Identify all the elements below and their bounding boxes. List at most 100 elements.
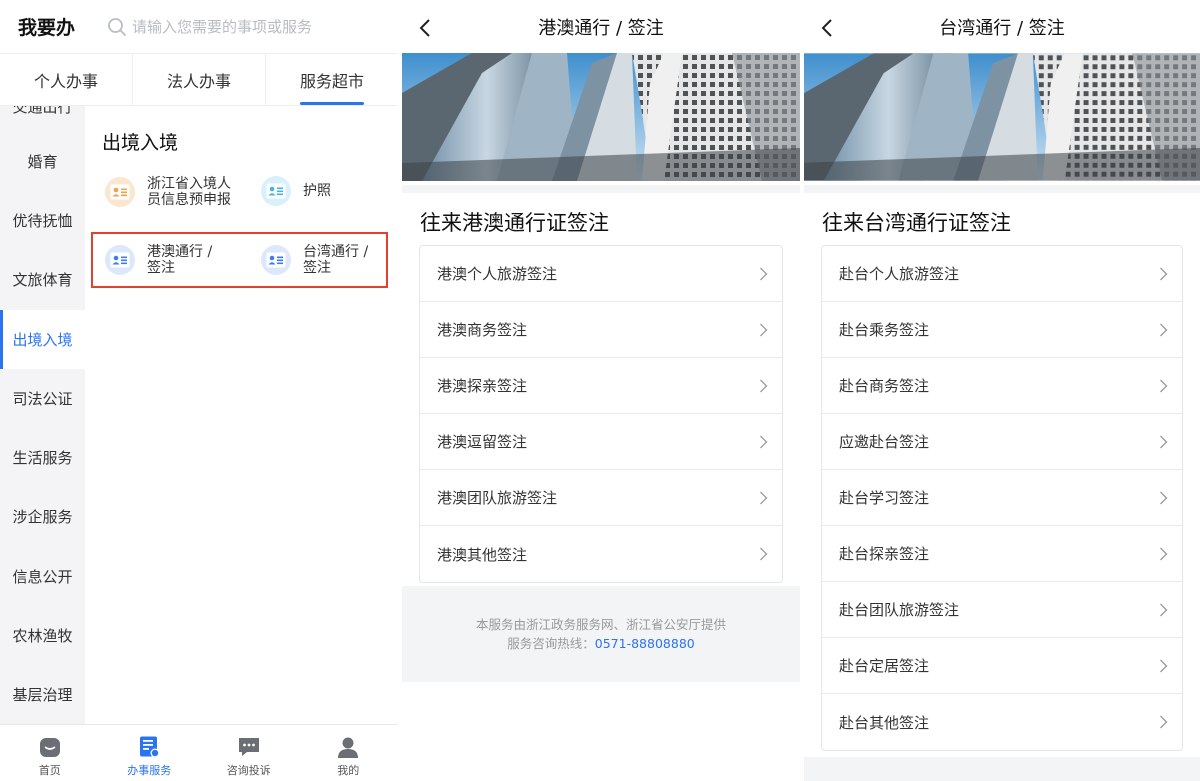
chevron-right-icon [1160, 715, 1168, 729]
chevron-right-icon [1160, 379, 1168, 392]
sidebar-item-enterprise[interactable]: 涉企服务 [0, 487, 85, 546]
service-entry-declaration[interactable]: 浙江省入境人 员信息预申报 [105, 176, 231, 208]
service-market-screen: 我要办 请输入您需要的事项或服务 个人办事 法人办事 服务超市 交通出行 婚育 … [0, 0, 398, 781]
id-card-icon [261, 245, 291, 275]
nav-consult[interactable]: 咨询投诉 [199, 725, 299, 781]
search-input[interactable]: 请输入您需要的事项或服务 [106, 16, 312, 38]
list-item[interactable]: 赴台定居签注 [822, 638, 1182, 694]
hotline-prefix: 服务咨询热线： [507, 636, 595, 651]
tab-personal[interactable]: 个人办事 [0, 54, 133, 105]
category-sidebar: 交通出行 婚育 优待抚恤 文旅体育 出境入境 司法公证 生活服务 涉企服务 信息… [0, 106, 85, 724]
list-item-label: 应邀赴台签注 [839, 433, 930, 451]
sidebar-item-preferential[interactable]: 优待抚恤 [0, 191, 85, 250]
list-item[interactable]: 港澳探亲签注 [420, 358, 782, 414]
list-title: 往来台湾通行证签注 [822, 211, 1011, 235]
bottom-nav: 首页 办事服务 咨询投诉 我的 [0, 724, 398, 781]
list-item[interactable]: 赴台团队旅游签注 [822, 582, 1182, 638]
nav-mine[interactable]: 我的 [299, 725, 399, 781]
list-item-label: 赴台定居签注 [839, 657, 930, 675]
list-item-label: 港澳探亲签注 [437, 377, 528, 395]
list-title: 往来港澳通行证签注 [420, 211, 609, 235]
nav-label: 首页 [38, 764, 61, 777]
service-label: 台湾通行 / [303, 244, 369, 260]
chevron-right-icon [1160, 323, 1168, 336]
list-item[interactable]: 港澳团队旅游签注 [420, 470, 782, 526]
service-label: 浙江省入境人 [147, 176, 231, 192]
hotline-number[interactable]: 0571-88808880 [595, 636, 695, 651]
list-item[interactable]: 赴台乘务签注 [822, 302, 1182, 358]
provider-text: 本服务由浙江政务服务网、浙江省公安厅提供 [475, 617, 726, 632]
nav-bar: 台湾通行 / 签注 [804, 0, 1200, 53]
page-title: 我要办 [18, 17, 76, 39]
sidebar-item-agriculture[interactable]: 农林渔牧 [0, 606, 85, 665]
sidebar-item-judicial[interactable]: 司法公证 [0, 369, 85, 428]
list-item[interactable]: 赴台商务签注 [822, 358, 1182, 414]
chat-bubble-icon [238, 738, 259, 756]
chevron-right-icon [1160, 267, 1168, 280]
sidebar-item-marriage[interactable]: 婚育 [0, 132, 85, 191]
sidebar-item-transport-partial[interactable]: 交通出行 [0, 106, 85, 117]
taiwan-permit-screen: 台湾通行 / 签注 往来台湾通行证签注 赴台个人旅游签注 赴台乘务签注 赴台商务… [804, 0, 1200, 781]
chevron-right-icon [1160, 547, 1168, 560]
id-card-icon [105, 245, 135, 275]
tab-legal-entity[interactable]: 法人办事 [133, 54, 266, 105]
list-item-label: 赴台其他签注 [839, 713, 930, 732]
top-bar: 我要办 请输入您需要的事项或服务 [0, 0, 398, 53]
service-label: 员信息预申报 [147, 192, 231, 208]
list-item[interactable]: 港澳逗留签注 [420, 414, 782, 470]
list-item[interactable]: 赴台个人旅游签注 [822, 246, 1182, 302]
service-hk-macao-permit[interactable]: 港澳通行 / 签注 [105, 244, 212, 276]
list-item[interactable]: 港澳其他签注 [420, 526, 782, 582]
section-title: 出境入境 [102, 132, 179, 154]
visa-type-list: 赴台个人旅游签注 赴台乘务签注 赴台商务签注 应邀赴台签注 赴台学习签注 赴台探… [821, 245, 1183, 751]
hotline-line: 服务咨询热线：0571-88808880 [507, 634, 694, 653]
list-item[interactable]: 赴台学习签注 [822, 470, 1182, 526]
list-item-label: 赴台商务签注 [839, 377, 930, 395]
sidebar-item-life[interactable]: 生活服务 [0, 428, 85, 487]
visa-type-list: 港澳个人旅游签注 港澳商务签注 港澳探亲签注 港澳逗留签注 港澳团队旅游签注 港… [419, 245, 783, 583]
list-item[interactable]: 应邀赴台签注 [822, 414, 1182, 470]
home-icon [39, 738, 60, 757]
chevron-right-icon [1160, 659, 1168, 672]
banner-image [402, 53, 800, 181]
list-item-label: 港澳逗留签注 [437, 433, 528, 451]
service-label: 港澳通行 / [147, 244, 213, 260]
back-arrow-icon[interactable] [820, 18, 834, 38]
list-item[interactable]: 港澳个人旅游签注 [420, 246, 782, 302]
list-item-label: 赴台乘务签注 [839, 321, 930, 339]
id-card-icon [105, 177, 135, 207]
sidebar-item-culture-sports[interactable]: 文旅体育 [0, 250, 85, 309]
list-item[interactable]: 赴台探亲签注 [822, 526, 1182, 582]
service-label: 签注 [147, 260, 175, 276]
service-label: 签注 [303, 260, 331, 276]
sidebar-item-grassroots[interactable]: 基层治理 [0, 665, 85, 724]
service-passport[interactable]: 护照 [261, 176, 331, 206]
sidebar-item-exit-entry[interactable]: 出境入境 [0, 310, 85, 369]
service-taiwan-permit[interactable]: 台湾通行 / 签注 [261, 244, 368, 276]
chevron-right-icon [760, 547, 768, 561]
page-title: 港澳通行 / 签注 [538, 17, 664, 39]
id-card-icon [261, 176, 291, 206]
list-item-label: 赴台团队旅游签注 [839, 601, 960, 619]
chevron-right-icon [1160, 491, 1168, 504]
tab-service-market[interactable]: 服务超市 [266, 54, 398, 105]
nav-label: 咨询投诉 [226, 764, 271, 777]
nav-label: 办事服务 [127, 764, 172, 777]
chevron-right-icon [760, 323, 768, 336]
back-arrow-icon[interactable] [418, 18, 432, 38]
nav-home[interactable]: 首页 [0, 725, 100, 781]
nav-label: 我的 [337, 764, 360, 777]
chevron-right-icon [1160, 603, 1168, 616]
service-provider-note: 本服务由浙江政务服务网、浙江省公安厅提供 服务咨询热线：0571-8880888… [402, 586, 800, 682]
list-item-label: 港澳个人旅游签注 [437, 265, 558, 283]
sidebar-item-info-public[interactable]: 信息公开 [0, 547, 85, 606]
list-item[interactable]: 赴台其他签注 [822, 694, 1182, 750]
nav-services[interactable]: 办事服务 [100, 725, 200, 781]
page-title: 台湾通行 / 签注 [939, 17, 1065, 39]
list-item[interactable]: 港澳商务签注 [420, 302, 782, 358]
category-tabs: 个人办事 法人办事 服务超市 [0, 53, 398, 106]
search-icon [108, 17, 126, 36]
search-placeholder: 请输入您需要的事项或服务 [132, 18, 313, 36]
service-label: 护照 [303, 183, 331, 199]
banner-image [804, 53, 1200, 181]
